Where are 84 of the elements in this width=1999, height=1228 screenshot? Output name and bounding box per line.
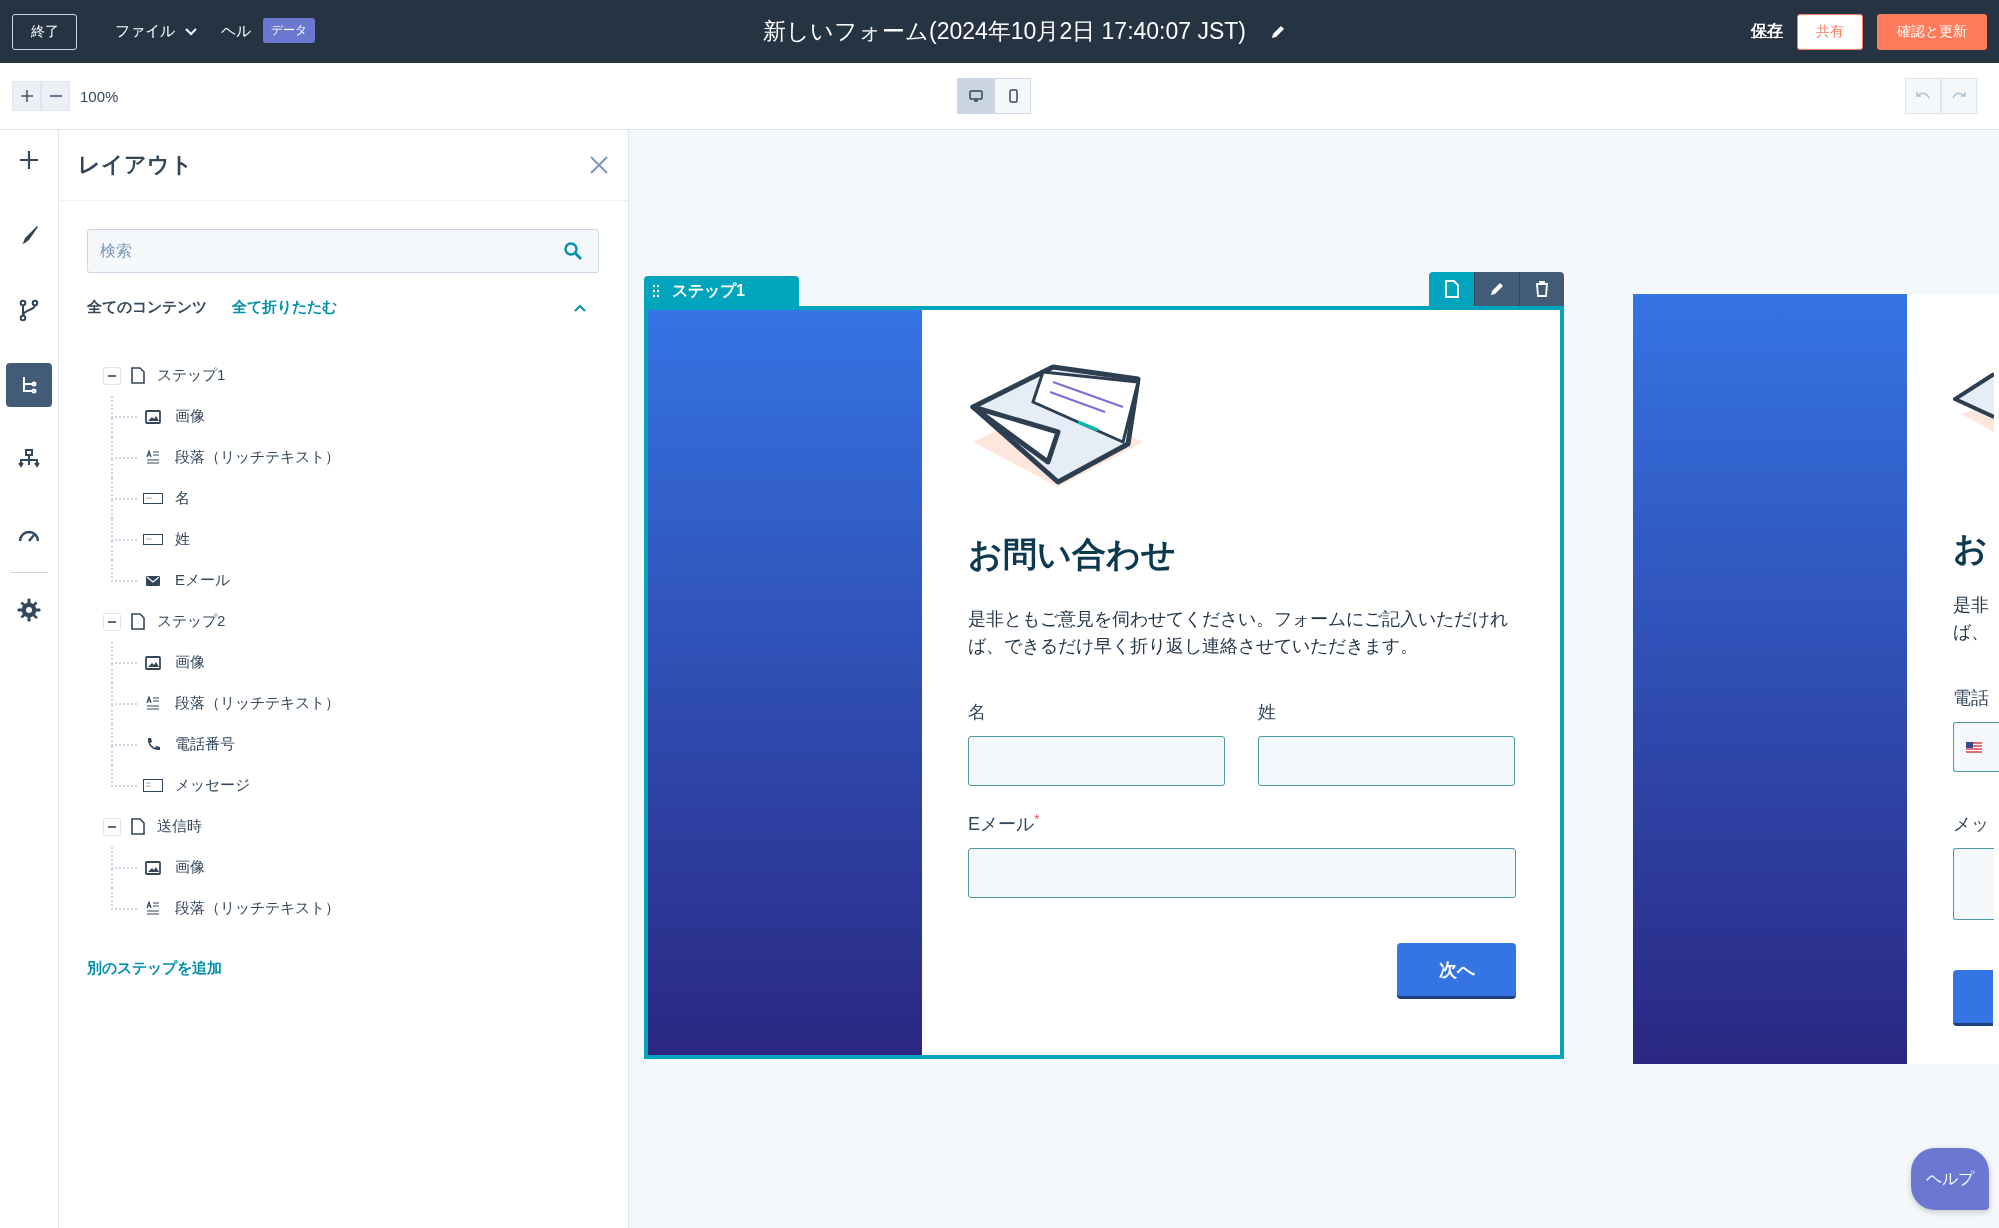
section-heading: 全てのコンテンツ (87, 298, 207, 317)
phone-icon (145, 737, 161, 752)
collapse-toggle[interactable] (103, 817, 121, 836)
phone-field[interactable] (1953, 722, 1999, 772)
exit-button[interactable]: 終了 (12, 13, 77, 50)
tree-item[interactable]: 姓 (175, 530, 190, 549)
collapse-toggle[interactable] (103, 366, 121, 385)
caret-icon (185, 27, 197, 36)
form-title: 新しいフォーム(2024年10月2日 17:40:07 JST) (762, 17, 1247, 46)
menu-item[interactable]: ヘル (221, 22, 251, 41)
text-icon (146, 696, 160, 711)
field-label: 名 (968, 701, 987, 724)
text-field-icon (143, 493, 163, 504)
tree-item[interactable]: 電話番号 (175, 735, 235, 754)
tree-connector (111, 437, 137, 478)
tree-item[interactable]: メッセージ (175, 776, 250, 795)
required-mark: * (1034, 811, 1040, 827)
tree-item[interactable]: 画像 (175, 653, 205, 672)
tree-item[interactable]: 段落（リッチテキスト） (175, 448, 340, 467)
tree-item[interactable]: 名 (175, 489, 190, 508)
tree-item[interactable]: ステップ1 (157, 366, 226, 385)
delete-icon[interactable] (1519, 272, 1564, 306)
text-field-icon (143, 534, 163, 545)
collapse-all-link[interactable]: 全て折りたたむ (232, 298, 337, 317)
monitor-icon (968, 89, 983, 103)
form-description: 是非 (1953, 594, 1989, 617)
form-description: ば、 (1953, 621, 1989, 644)
tree-item[interactable]: 画像 (175, 858, 205, 877)
tree-icon[interactable] (6, 363, 52, 407)
tree-connector (111, 642, 137, 683)
add-step-link[interactable]: 別のステップを追加 (87, 959, 600, 978)
input-field[interactable] (968, 848, 1516, 899)
chevron-icon[interactable] (573, 302, 587, 313)
drag-handle-icon[interactable] (652, 284, 660, 298)
help-button[interactable]: ヘルプ (1911, 1148, 1989, 1210)
page-icon (131, 367, 145, 384)
text-icon (146, 901, 160, 916)
zoom-level: 100% (80, 87, 119, 105)
input-field[interactable] (968, 736, 1225, 786)
zoom-in-button[interactable] (12, 81, 41, 111)
mobile-view-button[interactable] (994, 78, 1031, 114)
zoom-out-button[interactable] (41, 81, 70, 111)
save-link[interactable]: 保存 (1751, 21, 1783, 42)
form-description: 是非ともご意見を伺わせてください。フォームにご記入いただければ、できるだけ早く折り返し連絡させていただきます。 (968, 608, 1509, 658)
field-label: Eメール (968, 814, 1034, 835)
form-heading: お問い合わせ (968, 534, 1177, 575)
form-heading: お (1953, 528, 1988, 569)
pencil-icon[interactable] (1270, 23, 1287, 40)
text-area-icon (143, 779, 163, 792)
flag-icon (1966, 741, 1982, 753)
tree-item[interactable]: 画像 (175, 407, 205, 426)
page-icon (131, 613, 145, 630)
image-icon (145, 655, 161, 670)
collapse-toggle[interactable] (103, 612, 121, 631)
plus-icon (19, 89, 34, 103)
badge: データ (263, 18, 315, 43)
search-icon (563, 241, 583, 261)
field-label: 姓 (1258, 701, 1277, 724)
tree-item[interactable]: Eメール (175, 571, 230, 590)
next-button[interactable]: 次へ (1397, 943, 1516, 1000)
message-field[interactable] (1953, 848, 1994, 920)
tree-connector (111, 478, 137, 519)
tree-item[interactable]: 段落（リッチテキスト） (175, 899, 340, 918)
search-field[interactable]: 検索 (87, 229, 599, 273)
tree-item[interactable]: ステップ2 (157, 612, 226, 631)
image-icon (145, 409, 161, 424)
step-name: ステップ1 (672, 280, 745, 301)
tree-connector (111, 396, 137, 437)
next-button[interactable] (1953, 970, 1993, 1026)
close-icon[interactable] (589, 155, 609, 175)
field-label: メッ (1953, 813, 1989, 836)
menu-item[interactable]: ファイル (115, 22, 197, 41)
tree-item[interactable]: 送信時 (157, 817, 202, 836)
desktop-view-button[interactable] (957, 78, 994, 114)
text-icon (146, 450, 160, 465)
field-label: 電話 (1953, 687, 1989, 710)
page-icon (131, 818, 145, 835)
input-field[interactable] (1258, 736, 1515, 786)
image-icon (145, 860, 161, 875)
envelope-icon (146, 575, 160, 586)
panel-title: レイアウト (78, 151, 193, 179)
tree-item[interactable]: 段落（リッチテキスト） (175, 694, 340, 713)
edit-icon[interactable] (1474, 272, 1519, 306)
tree-connector (111, 683, 137, 724)
